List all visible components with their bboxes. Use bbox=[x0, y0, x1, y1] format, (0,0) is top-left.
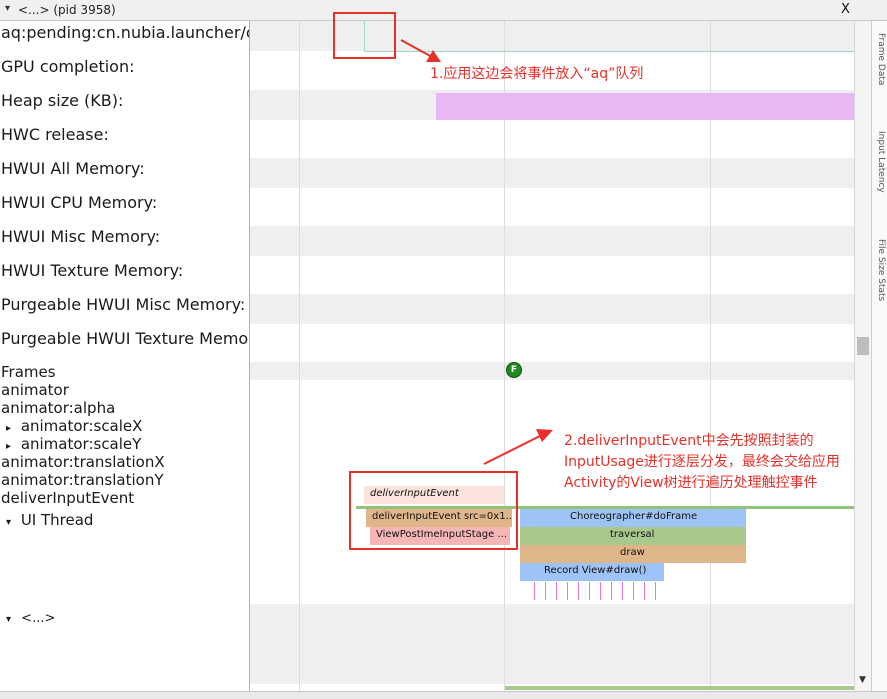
annotation-note-2-line-2: InputUsage进行逐层分发，最终会交给应用 bbox=[564, 454, 840, 470]
arrow-head-2 bbox=[536, 429, 553, 442]
annotation-note-1: 1.应用这边会将事件放入“aq”队列 bbox=[430, 66, 644, 82]
annotation-note-2-line-1: 2.deliverInputEvent中会先按照封装的 bbox=[564, 433, 814, 449]
annotation-arrows bbox=[400, 39, 553, 465]
arrow-line-1 bbox=[400, 39, 433, 58]
annotation-note-2-line-3: Activity的View树进行遍历处理触控事件 bbox=[564, 475, 818, 491]
arrow-line-2 bbox=[483, 435, 541, 465]
